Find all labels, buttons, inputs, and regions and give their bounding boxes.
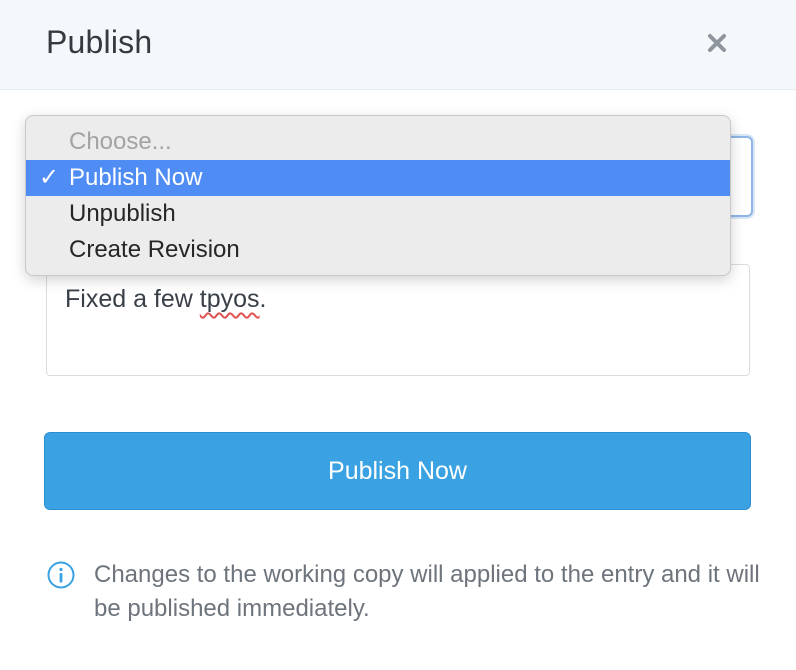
checkmark-icon: ✓ — [39, 164, 60, 191]
close-icon — [708, 34, 726, 52]
option-label: Create Revision — [69, 236, 240, 263]
misspelled-word: tpyos — [199, 285, 260, 313]
select-dropdown-menu: Choose... ✓ Publish Now Unpublish Create… — [25, 115, 731, 276]
close-button[interactable] — [700, 26, 734, 60]
option-unpublish[interactable]: Unpublish — [26, 196, 730, 232]
publish-now-button[interactable]: Publish Now — [44, 432, 751, 510]
message-textarea[interactable]: Fixed a few tpyos. — [46, 264, 750, 376]
dialog-header: Publish — [0, 0, 796, 90]
option-label: Unpublish — [69, 200, 176, 227]
message-text-end: . — [259, 285, 267, 313]
info-icon — [47, 561, 75, 589]
publish-now-button-label: Publish Now — [328, 456, 467, 485]
info-text: Changes to the working copy will applied… — [94, 561, 760, 622]
message-text: Fixed a few — [65, 285, 200, 313]
option-label: Choose... — [69, 128, 172, 155]
dialog-title: Publish — [46, 24, 153, 60]
option-label: Publish Now — [69, 164, 203, 191]
option-publish-now[interactable]: ✓ Publish Now — [26, 160, 730, 196]
option-create-revision[interactable]: Create Revision — [26, 232, 730, 268]
option-choose[interactable]: Choose... — [26, 124, 730, 160]
info-note: Changes to the working copy will applied… — [46, 558, 766, 626]
